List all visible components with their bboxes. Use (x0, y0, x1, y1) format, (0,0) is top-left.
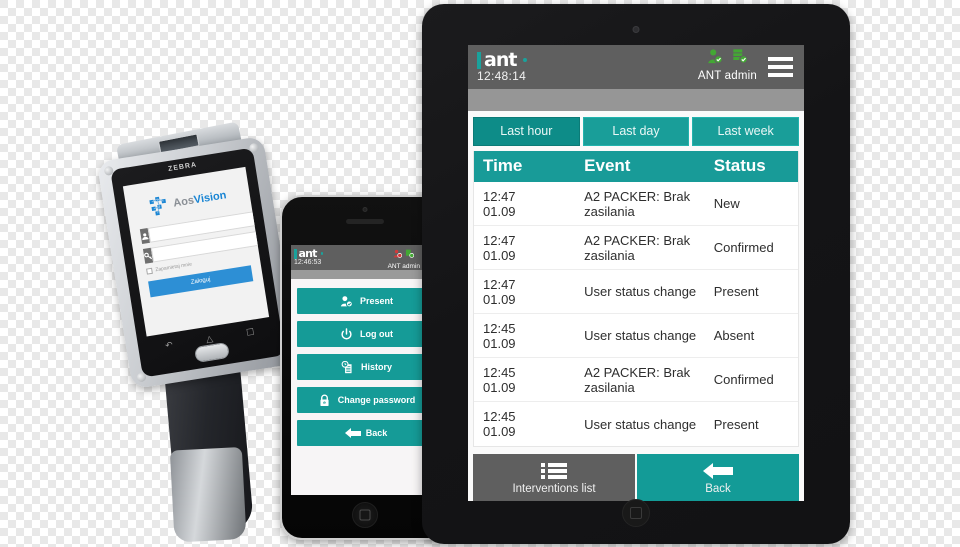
user-status-absent-icon (393, 245, 403, 263)
tablet-app-header: ant 12:48:14 ANT admin (468, 45, 804, 89)
cell-time: 12:45 01.09 (483, 320, 516, 351)
phone-menu-label: Log out (360, 329, 393, 339)
phone-menu-item-change-password[interactable]: e Change password (297, 387, 435, 413)
phone-menu-label: Present (359, 296, 394, 306)
table-row[interactable]: 12:45 01.09 User status change Present (474, 402, 798, 446)
cell-status: Absent (713, 328, 755, 343)
tablet-subbar (468, 89, 804, 111)
cell-event: User status change (584, 284, 697, 299)
tab-last-day[interactable]: Last day (582, 117, 690, 146)
cell-status: Confirmed (713, 372, 774, 387)
nav-home-icon[interactable]: △ (205, 333, 214, 345)
table-row[interactable]: 12:47 01.09 User status change Present (474, 270, 798, 314)
cell-time: 12:47 01.09 (483, 232, 516, 263)
tablet-home-button[interactable] (622, 499, 650, 527)
phone-menu-item-history[interactable]: History (297, 354, 435, 380)
cell-time: 12:45 01.09 (483, 409, 516, 439)
power-icon (339, 327, 354, 342)
cell-time: 12:47 01.09 (483, 188, 516, 219)
list-icon (473, 460, 635, 482)
remember-me-checkbox[interactable] (146, 267, 153, 275)
phone-menu-label: Back (365, 428, 388, 438)
back-arrow-icon (344, 426, 361, 441)
hamburger-menu-icon[interactable] (766, 55, 795, 79)
phone-home-button[interactable] (352, 502, 378, 528)
phone-clock: 12:46:53 (294, 258, 322, 266)
user-check-icon (339, 294, 354, 309)
phone-menu-label: Change password (337, 395, 416, 405)
tablet-user-label: ANT admin (697, 70, 757, 82)
user-status-ok-icon (707, 48, 723, 69)
phone-main-menu: Present Log out History e Change passwor… (291, 279, 441, 446)
cell-event: A2 PACKER: Brak zasilania (584, 188, 691, 219)
phone-menu-label: History (360, 362, 392, 372)
device-status-ok-icon (732, 48, 748, 69)
device-status-ok-icon (405, 245, 415, 263)
back-arrow-icon (637, 460, 799, 482)
column-header-event: Event (584, 156, 631, 175)
phone-subbar (291, 270, 441, 279)
tablet-front-camera (632, 26, 640, 33)
phone-menu-item-log-out[interactable]: Log out (297, 321, 435, 347)
tab-last-hour[interactable]: Last hour (473, 117, 580, 146)
zebra-handle-base (169, 446, 247, 543)
phone-earpiece-speaker (346, 219, 384, 224)
interventions-list-button[interactable]: Interventions list (473, 454, 635, 501)
aosvision-mark-icon (148, 194, 171, 217)
nav-recents-icon[interactable]: ☐ (245, 326, 255, 338)
phone-front-camera (362, 207, 368, 212)
cell-event: User status change (584, 416, 697, 432)
table-row[interactable]: 12:47 01.09 A2 PACKER: Brak zasilania Con… (474, 226, 798, 270)
back-button[interactable]: Back (637, 454, 799, 501)
status-indicators: ANT admin (697, 49, 757, 82)
remember-me-label: Zapamietaj mnie (154, 261, 193, 274)
ant-logo: ant 12:48:14 (477, 48, 528, 83)
column-header-status: Status (713, 156, 766, 175)
phone-user-label: ANT admin (387, 263, 420, 270)
phone-menu-item-present[interactable]: Present (297, 288, 435, 314)
ant-logo-dot (523, 58, 528, 62)
ant-logo-bar (477, 51, 481, 69)
cell-status: New (713, 196, 740, 211)
column-header-time: Time (483, 156, 523, 175)
phone-app-header: ant 12:46:53 ANT admin (291, 245, 441, 270)
cell-event: User status change (584, 328, 697, 343)
tablet-clock: 12:48:14 (477, 68, 527, 83)
period-tabs: Last hour Last day Last week (468, 111, 804, 151)
cell-time: 12:45 01.09 (483, 364, 516, 395)
table-row[interactable]: 12:45 01.09 A2 PACKER: Brak zasilania Con… (474, 358, 798, 402)
tablet-device: ant 12:48:14 ANT admin Last hour Last da… (422, 4, 850, 544)
table-row[interactable]: 12:45 01.09 User status change Absent (474, 314, 798, 358)
history-clock-icon (340, 360, 355, 375)
phone-ant-logo-bar (294, 248, 297, 259)
svg-text:e: e (323, 401, 326, 406)
tablet-header-right: ANT admin (697, 49, 795, 82)
events-table: Time Event Status 12:47 01.09 A2 PACKER: … (473, 151, 799, 447)
cell-status: Present (713, 416, 759, 432)
zebra-screen: AosVision Zapamietaj mnie Zaloguj (122, 166, 270, 337)
phone-screen: ant 12:46:53 ANT admin Present Log out H… (291, 245, 441, 495)
lock-icon: e (317, 393, 332, 408)
tablet-screen: ant 12:48:14 ANT admin Last hour Last da… (468, 45, 804, 501)
cell-event: A2 PACKER: Brak zasilania (584, 232, 691, 263)
tab-last-week[interactable]: Last week (692, 117, 800, 146)
tablet-bottom-bar: Interventions list Back (473, 454, 799, 501)
cell-status: Confirmed (713, 240, 774, 255)
phone-ant-logo-dot (320, 252, 324, 255)
cell-time: 12:47 01.09 (483, 276, 516, 307)
back-label: Back (705, 483, 731, 495)
phone-menu-item-back[interactable]: Back (297, 420, 435, 446)
cell-status: Present (713, 284, 759, 299)
zebra-body: ZEBRA AosVision Zapamietaj mnie Zaloguj … (96, 135, 299, 390)
zebra-device-face: ZEBRA AosVision Zapamietaj mnie Zaloguj … (110, 147, 286, 378)
table-row[interactable]: 12:47 01.09 A2 PACKER: Brak zasilania New (474, 182, 798, 226)
cell-event: A2 PACKER: Brak zasilania (584, 364, 691, 395)
ant-logo-text: ant (484, 48, 517, 71)
nav-back-icon[interactable]: ↶ (164, 339, 173, 351)
interventions-list-label: Interventions list (512, 483, 596, 495)
phone-ant-logo-text: ant (298, 246, 318, 260)
phone-ant-logo: ant 12:46:53 (294, 246, 324, 267)
table-header-row: Time Event Status (474, 151, 798, 182)
